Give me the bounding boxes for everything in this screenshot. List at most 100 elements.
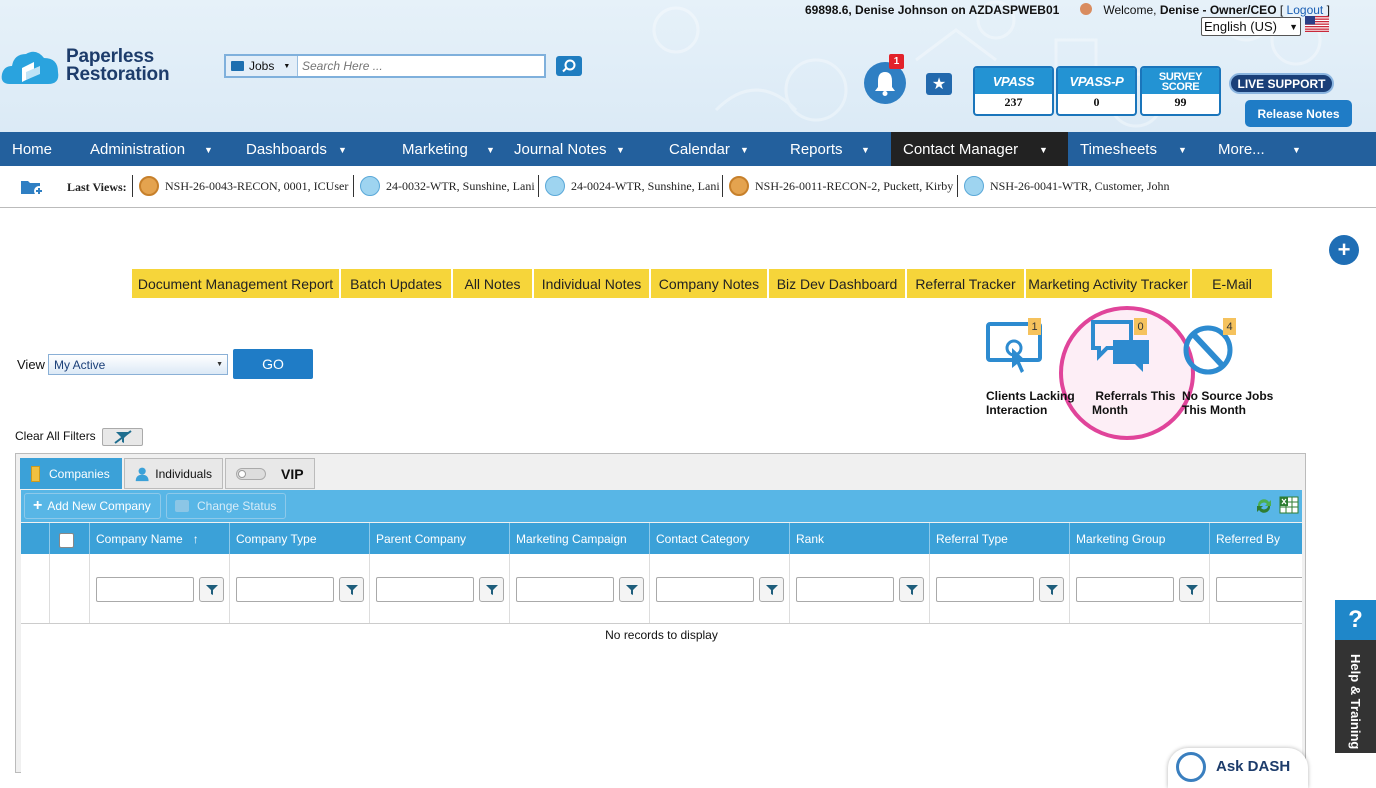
filter-input[interactable] (1076, 577, 1174, 602)
widget-clients-lacking-interaction[interactable]: 1 Clients Lacking Interaction (986, 318, 1075, 417)
caret-down-icon: ▼ (861, 145, 870, 155)
nav-calendar[interactable]: Calendar ▼ (657, 132, 778, 166)
quick-tab-biz-dev-dashboard[interactable]: Biz Dev Dashboard (769, 269, 905, 298)
refresh-icon[interactable] (1255, 497, 1273, 515)
search-button[interactable] (556, 56, 582, 76)
filter-icon[interactable] (1179, 577, 1204, 602)
last-view-item[interactable]: NSH-26-0043-RECON, 0001, ICUser (132, 175, 353, 197)
vpass-p-score[interactable]: VPASS-P 0 (1056, 66, 1137, 116)
column-marketing-group[interactable]: Marketing Group (1070, 523, 1210, 554)
search-icon (562, 59, 576, 73)
column-referral-type[interactable]: Referral Type (930, 523, 1070, 554)
tab-label: Individuals (155, 466, 212, 481)
brand-logo[interactable]: Paperless Restoration (0, 44, 170, 88)
filter-icon[interactable] (619, 577, 644, 602)
favorites-button[interactable]: ★ (926, 73, 952, 95)
nav-administration[interactable]: Administration ▼ (78, 132, 234, 166)
search-input[interactable] (298, 56, 544, 76)
nav-dashboards[interactable]: Dashboards ▼ (234, 132, 390, 166)
filter-input[interactable] (236, 577, 334, 602)
quick-tab-document-management-report[interactable]: Document Management Report (132, 269, 339, 298)
quick-tab-all-notes[interactable]: All Notes (453, 269, 532, 298)
help-training-tab[interactable]: Help & Training (1335, 640, 1376, 753)
widget-referrals-this-month[interactable]: 0 Referrals This Month (1091, 318, 1175, 417)
go-button[interactable]: GO (233, 349, 313, 379)
survey-score[interactable]: SURVEY SCORE 99 (1140, 66, 1221, 116)
filter-input[interactable] (936, 577, 1034, 602)
clear-filters-button[interactable] (102, 428, 143, 446)
us-flag-icon[interactable] (1305, 16, 1329, 32)
empty-message: No records to display (605, 628, 718, 642)
folder-add-icon[interactable] (20, 178, 44, 196)
filter-input[interactable] (796, 577, 894, 602)
vpass-score[interactable]: VPASS 237 (973, 66, 1054, 116)
column-parent-company[interactable]: Parent Company (370, 523, 510, 554)
nav-contact-manager[interactable]: Contact Manager ▼ (891, 132, 1068, 166)
tab-individuals[interactable]: Individuals (124, 458, 223, 489)
quick-tab-company-notes[interactable]: Company Notes (651, 269, 767, 298)
grid-body: No records to display (21, 624, 1302, 774)
nav-timesheets[interactable]: Timesheets ▼ (1068, 132, 1206, 166)
filter-icon[interactable] (199, 577, 224, 602)
last-view-item[interactable]: NSH-26-0041-WTR, Customer, John (957, 175, 1187, 197)
filter-icon[interactable] (759, 577, 784, 602)
brand-line-2: Restoration (66, 64, 170, 85)
help-button[interactable]: ? (1335, 600, 1376, 640)
filter-input[interactable] (1216, 577, 1302, 602)
excel-export-icon[interactable] (1279, 496, 1299, 514)
toggle-switch[interactable] (236, 467, 266, 480)
caret-down-icon: ▼ (1292, 145, 1301, 155)
quick-tab-referral-tracker[interactable]: Referral Tracker (907, 269, 1024, 298)
nav-journal-notes[interactable]: Journal Notes ▼ (502, 132, 657, 166)
last-view-item[interactable]: 24-0032-WTR, Sunshine, Lani (353, 175, 537, 197)
release-notes-button[interactable]: Release Notes (1245, 100, 1352, 127)
quick-tab-individual-notes[interactable]: Individual Notes (534, 269, 649, 298)
filter-icon[interactable] (899, 577, 924, 602)
tab-vip[interactable]: VIP (225, 458, 315, 489)
view-select[interactable]: My Active ▼ (48, 354, 228, 375)
select-all-checkbox[interactable] (59, 533, 74, 548)
nav-reports[interactable]: Reports ▼ (778, 132, 891, 166)
quick-tab-marketing-activity-tracker[interactable]: Marketing Activity Tracker (1026, 269, 1190, 298)
ask-dash-button[interactable]: Ask DASH (1168, 748, 1308, 788)
last-view-text: NSH-26-0043-RECON, 0001, ICUser (165, 178, 349, 193)
filter-company-name (90, 554, 230, 623)
filter-input[interactable] (376, 577, 474, 602)
filter-input[interactable] (516, 577, 614, 602)
change-status-button[interactable]: Change Status (166, 493, 286, 519)
live-support-button[interactable]: LIVE SUPPORT (1229, 73, 1334, 94)
water-icon (360, 176, 380, 196)
quick-tab-batch-updates[interactable]: Batch Updates (341, 269, 451, 298)
star-icon: ★ (931, 76, 947, 93)
caret-down-icon: ▼ (740, 145, 749, 155)
widget-count-badge: 4 (1223, 318, 1236, 335)
nav-more[interactable]: More... ▼ (1206, 132, 1376, 166)
filter-icon[interactable] (1039, 577, 1064, 602)
quick-tab-email[interactable]: E-Mail (1192, 269, 1272, 298)
column-marketing-campaign[interactable]: Marketing Campaign (510, 523, 650, 554)
nav-marketing[interactable]: Marketing ▼ (390, 132, 502, 166)
column-contact-category[interactable]: Contact Category (650, 523, 790, 554)
column-rank[interactable]: Rank (790, 523, 930, 554)
grid-toolbar: + Add New Company Change Status (21, 490, 1302, 522)
last-view-item[interactable]: 24-0024-WTR, Sunshine, Lani (538, 175, 722, 197)
tab-companies[interactable]: Companies (20, 458, 122, 489)
add-new-company-button[interactable]: + Add New Company (24, 493, 161, 519)
vpass-value: 237 (1004, 95, 1023, 109)
language-select[interactable]: English (US) ▼ (1201, 17, 1301, 36)
nav-home[interactable]: Home (0, 132, 78, 166)
column-company-type[interactable]: Company Type (230, 523, 370, 554)
column-company-name[interactable]: Company Name ↑ (90, 523, 230, 554)
filter-input[interactable] (96, 577, 194, 602)
filter-icon[interactable] (479, 577, 504, 602)
add-button[interactable]: + (1329, 235, 1359, 265)
filter-marketing-campaign (510, 554, 650, 623)
ask-dash-label: Ask DASH (1216, 758, 1291, 775)
filter-input[interactable] (656, 577, 754, 602)
filter-icon[interactable] (339, 577, 364, 602)
column-referred-by[interactable]: Referred By (1210, 523, 1302, 554)
widget-no-source-jobs[interactable]: 4 No Source Jobs This Month (1182, 318, 1273, 417)
logout-link[interactable]: Logout (1287, 3, 1324, 17)
search-category-dropdown[interactable]: Jobs ▼ (226, 56, 298, 76)
last-view-item[interactable]: NSH-26-0011-RECON-2, Puckett, Kirby (722, 175, 956, 197)
